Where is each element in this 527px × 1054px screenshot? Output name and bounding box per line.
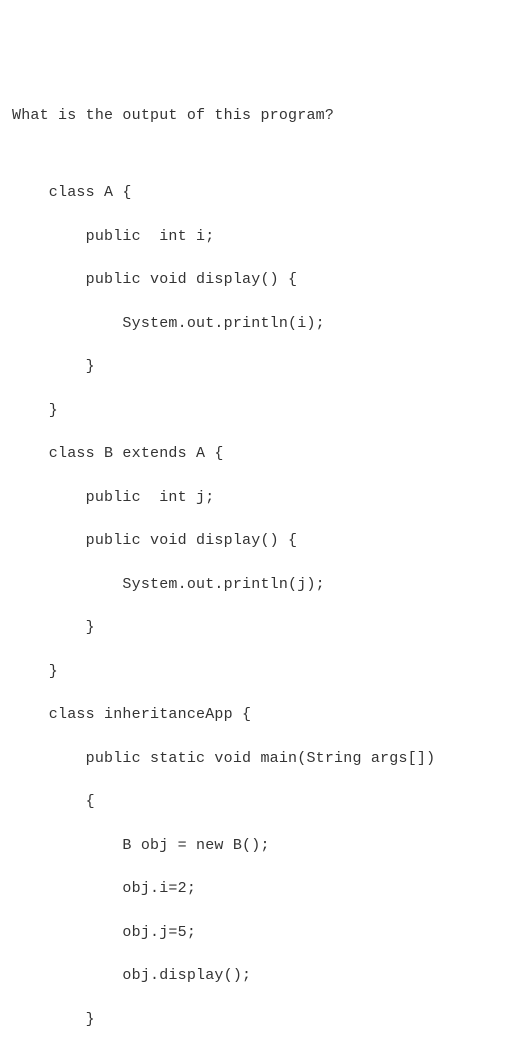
code-block: class A { public int i; public void disp… <box>12 161 515 1054</box>
code-line: public int i; <box>12 226 515 248</box>
code-line: } <box>12 356 515 378</box>
code-line: } <box>12 400 515 422</box>
code-line: class inheritanceApp { <box>12 704 515 726</box>
code-line: } <box>12 1009 515 1031</box>
code-line: public int j; <box>12 487 515 509</box>
code-line: } <box>12 617 515 639</box>
code-line: System.out.println(i); <box>12 313 515 335</box>
code-line: System.out.println(j); <box>12 574 515 596</box>
code-line: } <box>12 1052 515 1054</box>
code-line: public void display() { <box>12 269 515 291</box>
code-line: obj.j=5; <box>12 922 515 944</box>
code-line: B obj = new B(); <box>12 835 515 857</box>
code-line: obj.display(); <box>12 965 515 987</box>
code-line: { <box>12 791 515 813</box>
question-text: What is the output of this program? <box>12 105 515 127</box>
code-line: } <box>12 661 515 683</box>
code-line: class B extends A { <box>12 443 515 465</box>
code-line: obj.i=2; <box>12 878 515 900</box>
code-line: class A { <box>12 182 515 204</box>
code-line: public void display() { <box>12 530 515 552</box>
code-line: public static void main(String args[]) <box>12 748 515 770</box>
